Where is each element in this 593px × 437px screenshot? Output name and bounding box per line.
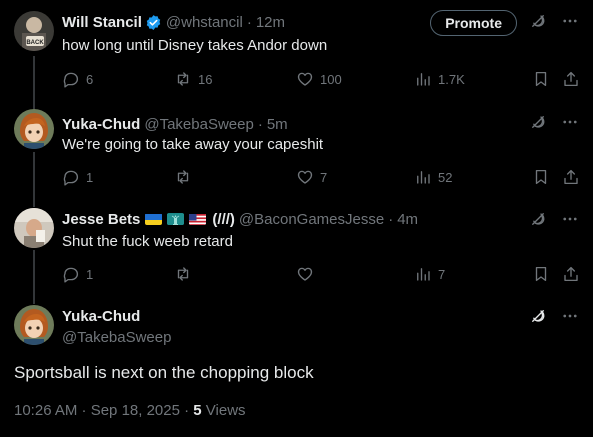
avatar-image: BACK bbox=[14, 11, 54, 51]
like-button[interactable]: 7 bbox=[296, 167, 327, 187]
more-options-icon[interactable] bbox=[561, 12, 579, 35]
views-button[interactable]: 1.7K bbox=[414, 69, 465, 89]
author-name[interactable]: Yuka-Chud bbox=[62, 116, 140, 133]
action-bar: 1 7 bbox=[62, 264, 582, 284]
views-count: 1.7K bbox=[438, 71, 465, 87]
like-count: 7 bbox=[320, 169, 328, 185]
reply-tweet[interactable]: BACK Will Stancil @whstancil · 12m Promo… bbox=[0, 0, 593, 96]
avatar-image bbox=[14, 208, 54, 248]
reply-tweet[interactable]: Jesse Bets (///) @BaconGamesJesse · 4m S… bbox=[0, 193, 593, 290]
reply-button[interactable]: 6 bbox=[62, 69, 93, 89]
author-handle[interactable]: @TakebaSweep bbox=[144, 116, 253, 133]
tweet-text: Shut the fuck weeb retard bbox=[62, 233, 233, 250]
share-icon bbox=[564, 169, 578, 185]
grok-icon[interactable] bbox=[529, 113, 547, 136]
share-button[interactable] bbox=[562, 69, 580, 89]
post-text: Sportsball is next on the chopping block bbox=[14, 363, 314, 382]
statue-of-liberty-icon bbox=[167, 213, 185, 225]
tweet-text: We're going to take away your capeshit bbox=[62, 136, 324, 153]
bookmark-button[interactable] bbox=[532, 167, 550, 187]
reply-icon bbox=[63, 170, 79, 186]
grok-icon[interactable] bbox=[529, 307, 547, 330]
repost-count: 16 bbox=[198, 71, 213, 87]
main-post: Yuka-Chud @TakebaSweep Sportsball is nex… bbox=[0, 290, 593, 437]
reply-tweet[interactable]: Yuka-Chud @TakebaSweep · 5m We're going … bbox=[0, 96, 593, 193]
grok-icon[interactable] bbox=[529, 210, 547, 233]
reply-count: 6 bbox=[86, 71, 94, 87]
author-name[interactable]: Yuka-Chud bbox=[62, 308, 140, 325]
more-options-icon[interactable] bbox=[561, 307, 579, 330]
ukraine-flag-icon bbox=[145, 213, 163, 225]
bookmark-icon bbox=[535, 266, 547, 282]
more-options-icon[interactable] bbox=[561, 113, 579, 136]
separator-dot: · bbox=[257, 115, 263, 133]
like-count: 100 bbox=[320, 71, 342, 87]
views-label: Views bbox=[201, 402, 246, 419]
share-button[interactable] bbox=[562, 167, 580, 187]
avatar[interactable] bbox=[14, 305, 54, 345]
avatar-image bbox=[14, 305, 54, 345]
repost-icon bbox=[177, 170, 189, 184]
post-timestamp[interactable]: 10:26 AM · Sep 18, 2025 · bbox=[14, 402, 193, 419]
views-button[interactable]: 7 bbox=[414, 264, 445, 284]
timestamp[interactable]: 4m bbox=[397, 211, 418, 228]
like-button[interactable]: 100 bbox=[296, 69, 342, 89]
avatar[interactable]: BACK bbox=[14, 11, 54, 51]
views-count: 52 bbox=[438, 169, 453, 185]
heart-icon bbox=[297, 267, 313, 281]
reply-button[interactable]: 1 bbox=[62, 167, 93, 187]
separator-dot: · bbox=[388, 210, 394, 228]
repost-icon bbox=[177, 267, 189, 281]
author-name[interactable]: Jesse Bets bbox=[62, 211, 140, 228]
bookmark-icon bbox=[535, 169, 547, 185]
author-name[interactable]: Will Stancil bbox=[62, 14, 142, 31]
repost-button[interactable] bbox=[174, 167, 192, 187]
share-button[interactable] bbox=[562, 264, 580, 284]
reply-icon bbox=[63, 72, 79, 88]
heart-icon bbox=[297, 170, 313, 184]
views-count: 7 bbox=[438, 266, 446, 282]
avatar-image bbox=[14, 109, 54, 149]
repost-button[interactable]: 16 bbox=[174, 69, 212, 89]
analytics-icon bbox=[417, 73, 430, 86]
svg-text:BACK: BACK bbox=[26, 40, 44, 46]
us-flag-icon bbox=[189, 213, 207, 225]
avatar[interactable] bbox=[14, 109, 54, 149]
separator-dot: · bbox=[246, 13, 252, 31]
heart-icon bbox=[297, 72, 313, 86]
views-button[interactable]: 52 bbox=[414, 167, 452, 187]
tweet-text: how long until Disney takes Andor down bbox=[62, 37, 328, 54]
promote-button[interactable]: Promote bbox=[430, 10, 517, 36]
bookmark-button[interactable] bbox=[532, 69, 550, 89]
author-handle[interactable]: @whstancil bbox=[166, 14, 243, 31]
reply-count: 1 bbox=[86, 266, 94, 282]
views-count: 5 bbox=[193, 402, 202, 419]
reply-count: 1 bbox=[86, 169, 94, 185]
author-name-suffix: (///) bbox=[212, 210, 235, 228]
bookmark-button[interactable] bbox=[532, 264, 550, 284]
avatar[interactable] bbox=[14, 208, 54, 248]
grok-icon[interactable] bbox=[529, 12, 547, 35]
repost-button[interactable] bbox=[174, 264, 192, 284]
share-icon bbox=[564, 266, 578, 282]
author-handle[interactable]: @TakebaSweep bbox=[62, 329, 171, 346]
author-handle[interactable]: @BaconGamesJesse bbox=[239, 211, 384, 228]
reply-icon bbox=[63, 267, 79, 283]
post-meta: 10:26 AM · Sep 18, 2025 · 5 Views bbox=[14, 402, 246, 419]
timestamp[interactable]: 5m bbox=[267, 116, 288, 133]
verified-badge-icon bbox=[145, 14, 162, 31]
bookmark-icon bbox=[535, 71, 547, 87]
analytics-icon bbox=[417, 268, 430, 281]
timestamp[interactable]: 12m bbox=[256, 14, 285, 31]
reply-button[interactable]: 1 bbox=[62, 264, 93, 284]
action-bar: 1 7 52 bbox=[62, 167, 582, 187]
analytics-icon bbox=[417, 171, 430, 184]
repost-icon bbox=[177, 72, 189, 86]
more-options-icon[interactable] bbox=[561, 210, 579, 233]
action-bar: 6 16 100 1.7K bbox=[62, 69, 582, 89]
share-icon bbox=[564, 71, 578, 87]
like-button[interactable] bbox=[296, 264, 314, 284]
